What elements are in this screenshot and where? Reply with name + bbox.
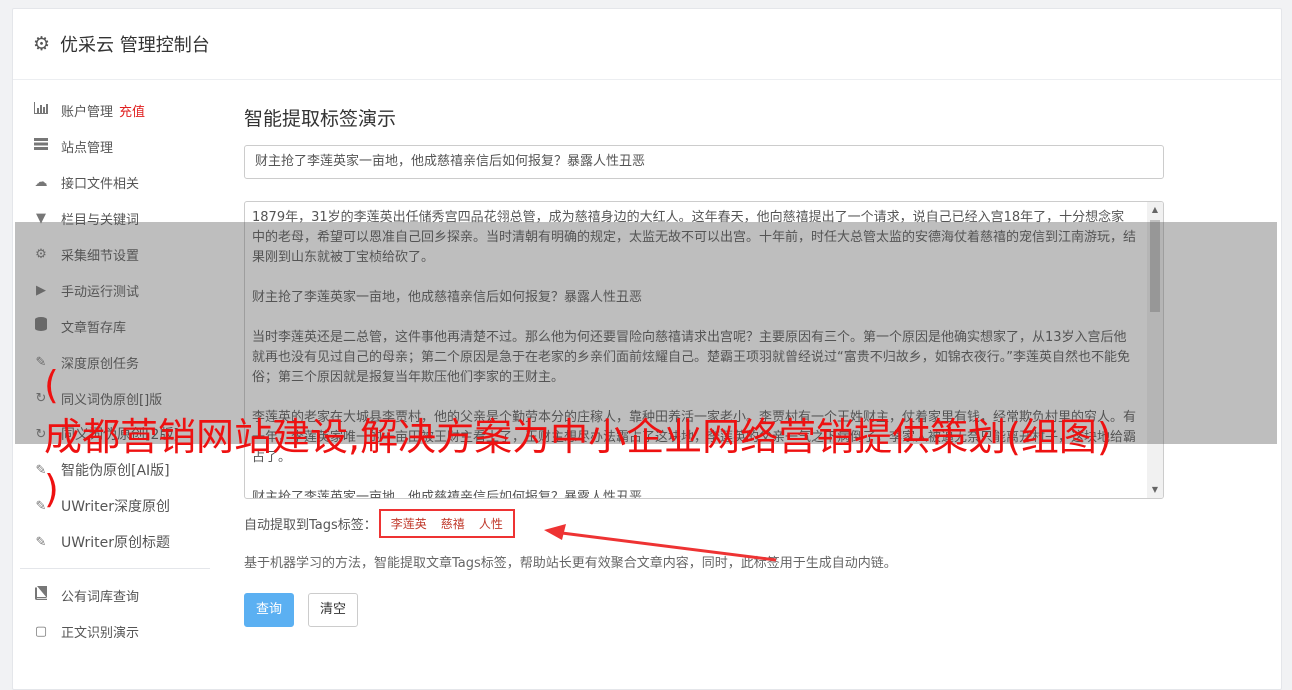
panel-header: ⚙ 优采云 管理控制台 <box>13 9 1281 80</box>
sidebar-item-label: 账户管理 <box>61 104 114 120</box>
cloud-upload-icon: ☁ <box>34 174 48 190</box>
book-icon <box>32 586 50 604</box>
scroll-up-arrow-icon[interactable]: ▲ <box>1147 202 1163 218</box>
page-title: 优采云 管理控制台 <box>60 35 210 56</box>
sidebar-item-sites[interactable]: 站点管理 <box>20 128 210 164</box>
bar-chart-icon <box>32 102 50 118</box>
square-icon: ▢ <box>34 623 48 639</box>
sidebar-item-label: UWriter原创标题 <box>61 535 170 551</box>
watermark-text: ( 成都营销网站建设,解决方案为中小企业网络营销提供策划(组图) ) <box>44 363 1112 511</box>
tag-item: 人性 <box>478 517 503 531</box>
section-title: 智能提取标签演示 <box>244 108 397 130</box>
gear-icon: ⚙ <box>33 32 51 55</box>
tag-item: 慈禧 <box>440 517 465 531</box>
action-buttons: 查询 清空 <box>244 593 1164 627</box>
sidebar-item-label: 正文识别演示 <box>61 625 140 641</box>
query-button[interactable]: 查询 <box>244 593 295 627</box>
sidebar-item-label: 接口文件相关 <box>61 176 140 192</box>
tag-item: 李莲英 <box>390 517 427 531</box>
sidebar-item-public-lexicon[interactable]: 公有词库查询 <box>20 577 210 613</box>
recharge-link[interactable]: 充值 <box>119 101 145 120</box>
sidebar-divider <box>20 568 210 569</box>
sidebar-item-body-recognition[interactable]: ▢ 正文识别演示 <box>20 613 210 649</box>
sidebar-item-label: 站点管理 <box>61 140 114 156</box>
edit-icon: ✎ <box>35 534 47 550</box>
sidebar-item-uwriter-title[interactable]: ✎ UWriter原创标题 <box>20 524 210 560</box>
sidebar-item-interface-files[interactable]: ☁ 接口文件相关 <box>20 164 210 200</box>
server-icon <box>32 138 50 154</box>
red-arrow-icon <box>544 524 777 562</box>
sidebar-item-account[interactable]: 账户管理 充值 <box>20 92 210 128</box>
article-title-input[interactable]: 财主抢了李莲英家一亩地，他成慈禧亲信后如何报复？暴露人性丑恶 <box>244 145 1164 179</box>
clear-button[interactable]: 清空 <box>308 593 359 627</box>
sidebar-item-label: 公有词库查询 <box>61 589 140 605</box>
tags-label: 自动提取到Tags标签： <box>244 518 377 533</box>
